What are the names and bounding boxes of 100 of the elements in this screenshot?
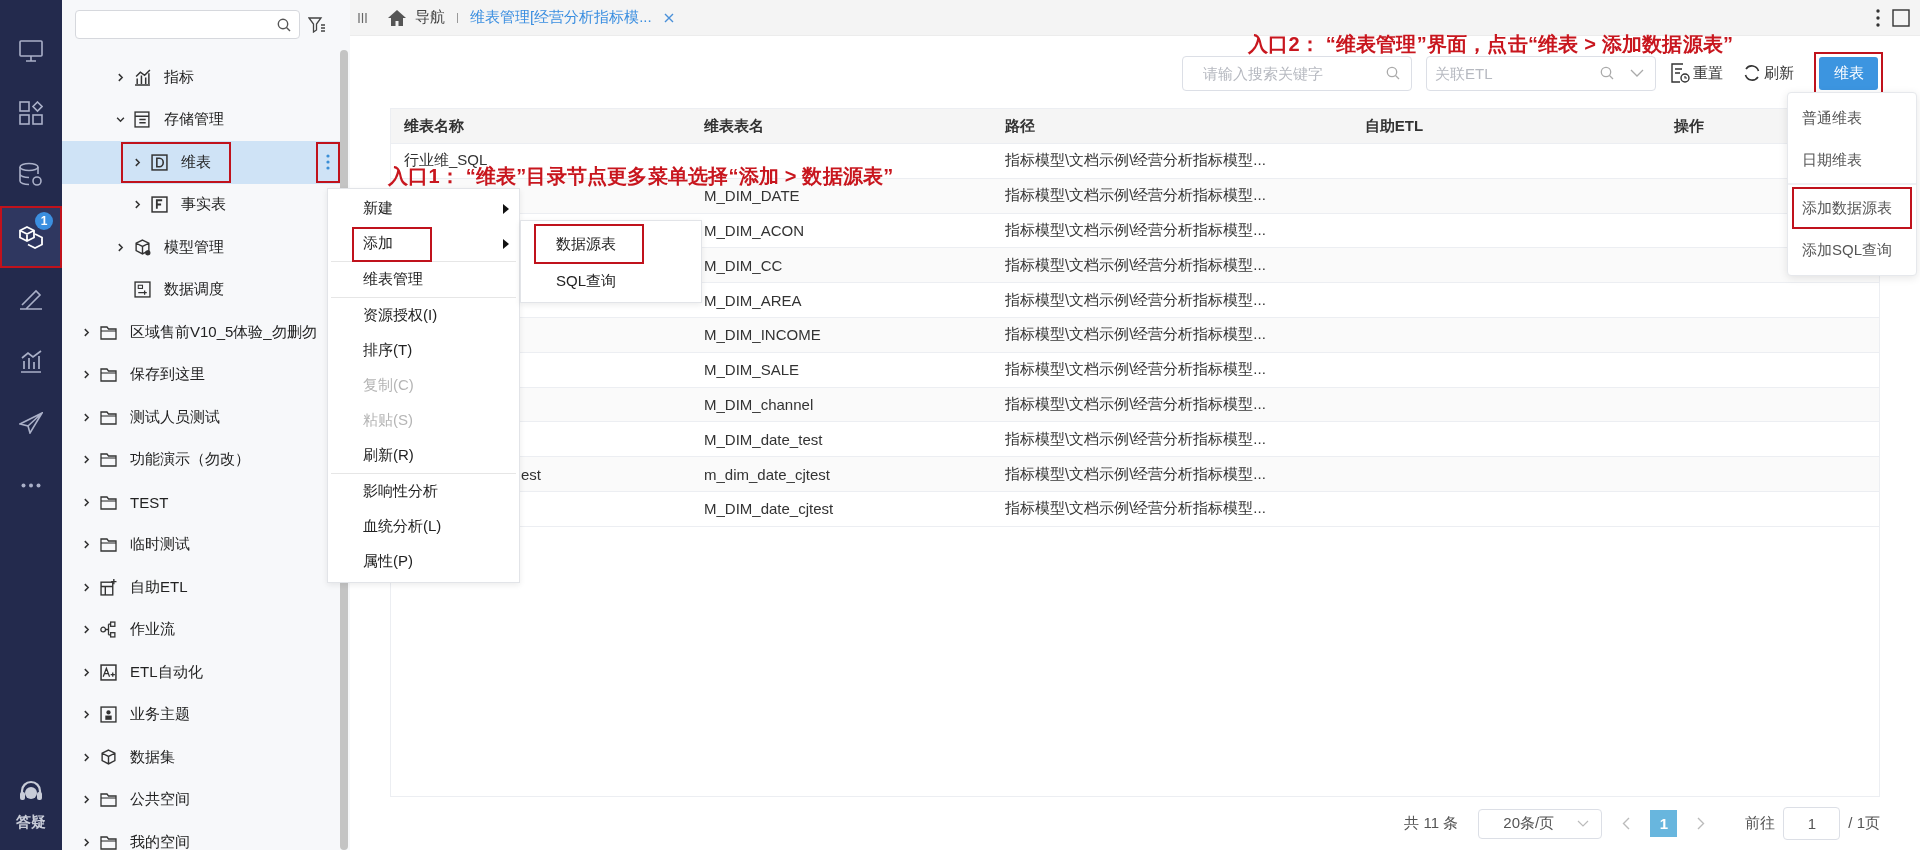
table-cell: M_DIM_ACON (704, 222, 804, 239)
column-header[interactable]: 路径 (992, 116, 1290, 136)
chevron-icon[interactable] (82, 327, 91, 337)
menu-item[interactable]: 新建 (328, 191, 519, 226)
chevron-icon[interactable] (116, 72, 125, 82)
tree-item[interactable]: 公共空间 (62, 778, 340, 821)
menu-item[interactable]: 数据源表 (534, 224, 644, 264)
more-button[interactable] (316, 142, 340, 183)
table-cell: M_DIM_SALE (704, 361, 800, 379)
close-icon[interactable] (663, 12, 674, 23)
menu-item[interactable]: 添加 (328, 226, 519, 261)
table-cell: M_DIM_AREA (704, 291, 802, 309)
menu-bars-icon[interactable] (358, 12, 367, 23)
more-icon (21, 482, 41, 488)
folder-icon (100, 408, 117, 426)
folder-icon (100, 493, 117, 511)
chevron-icon[interactable] (82, 412, 91, 422)
menu-item[interactable]: 添加SQL查询 (1788, 229, 1916, 271)
tree-item[interactable]: 存储管理 (62, 98, 340, 141)
search-field[interactable]: 请输入搜索关键字 (1182, 55, 1412, 91)
chevron-icon[interactable] (82, 497, 91, 507)
chevron-icon[interactable] (116, 115, 125, 125)
maximize-icon[interactable] (1892, 8, 1910, 27)
chevron-icon[interactable] (82, 795, 91, 805)
search-icon (277, 17, 291, 32)
tree-item[interactable]: ETL自动化 (62, 651, 340, 694)
chevron-icon[interactable] (82, 455, 91, 465)
table-plus-icon (100, 578, 117, 596)
search-icon (1386, 66, 1400, 80)
menu-item[interactable]: 普通维表 (1788, 97, 1916, 139)
id-card-icon (100, 706, 117, 724)
chevron-icon[interactable] (82, 667, 91, 677)
tree-item[interactable]: 维表 (62, 141, 340, 184)
folder-icon (100, 451, 117, 469)
tree-item[interactable]: 我的空间 (62, 821, 340, 850)
table-cell: 指标模型\文档示例\经营分析指标模型... (1005, 186, 1266, 204)
letter-a-icon (100, 663, 117, 681)
more-vertical-icon[interactable] (1876, 8, 1880, 27)
chevron-icon[interactable] (116, 242, 125, 252)
folder-icon (100, 323, 117, 341)
etl-select[interactable]: 关联ETL (1426, 55, 1656, 91)
total-count: 共 11 条 (1404, 814, 1459, 833)
refresh-button[interactable]: 刷新 (1743, 63, 1794, 83)
bar-chart-icon (19, 349, 43, 373)
more-vertical-icon (326, 154, 330, 171)
column-header[interactable]: 维表名称 (391, 116, 691, 136)
page-input[interactable]: 1 (1783, 807, 1841, 840)
home-icon (387, 9, 407, 26)
chevron-icon[interactable] (82, 625, 91, 635)
cubes-icon (18, 225, 44, 249)
table-cell: 指标模型\文档示例\经营分析指标模型... (1005, 151, 1266, 169)
reset-button[interactable]: 重置 (1670, 63, 1723, 83)
page-size-select[interactable]: 20条/页 (1478, 808, 1603, 839)
submenu-arrow-icon (503, 238, 509, 249)
menu-item[interactable]: 日期维表 (1788, 139, 1916, 181)
column-header[interactable]: 操作 (1588, 116, 1789, 136)
chevron-icon[interactable] (82, 540, 91, 550)
help-button[interactable]: 答疑 (16, 779, 46, 850)
document-clock-icon (1670, 63, 1690, 83)
notification-badge: 1 (35, 212, 53, 230)
table-cell: 指标模型\文档示例\经营分析指标模型... (1005, 429, 1266, 447)
database-gear-icon (18, 162, 44, 188)
chevron-icon[interactable] (82, 752, 91, 762)
chevron-icon[interactable] (82, 710, 91, 720)
search-icon (1600, 66, 1614, 80)
monitor-icon (19, 40, 43, 62)
tree-item[interactable]: 数据集 (62, 736, 340, 779)
tree-item[interactable]: 指标 (62, 56, 340, 99)
chevron-icon[interactable] (82, 837, 91, 847)
column-header[interactable]: 自助ETL (1290, 116, 1498, 136)
table-cell: 指标模型\文档示例\经营分析指标模型... (1005, 464, 1266, 482)
chevron-icon[interactable] (133, 157, 142, 167)
folder-icon (100, 791, 117, 809)
bar-chart-icon (134, 68, 151, 86)
chevron-icon[interactable] (133, 200, 142, 210)
menu-item[interactable]: 维表管理 (328, 262, 519, 297)
table-cell: 指标模型\文档示例\经营分析指标模型... (1005, 221, 1266, 238)
column-header[interactable]: 维表表名 (691, 116, 992, 136)
goto-label: 前往 (1745, 814, 1776, 833)
cube-gear-icon (134, 238, 151, 256)
table-cell: M_DIM_CC (704, 256, 783, 274)
table-cell: M_DIM_DATE (704, 187, 800, 205)
filter-icon[interactable] (308, 16, 326, 33)
tree-item[interactable]: 业务主题 (62, 693, 340, 736)
table-cell: m_dim_date_cjtest (704, 465, 830, 483)
letter-d-icon (151, 153, 168, 171)
table-list-icon (134, 111, 151, 129)
caret-icon (1630, 69, 1644, 77)
table-cell: M_DIM_channel (704, 395, 814, 413)
table-cell: M_DIM_INCOME (704, 326, 821, 344)
table-cell: M_DIM_date_test (704, 430, 823, 448)
chevron-icon[interactable] (82, 582, 91, 592)
nav-home-tab[interactable]: 导航 (387, 8, 445, 27)
search-field[interactable] (75, 10, 300, 39)
menu-item[interactable]: 添加数据源表 (1792, 187, 1912, 229)
chevron-icon[interactable] (82, 370, 91, 380)
menu-item[interactable]: SQL查询 (534, 264, 644, 298)
tree-item[interactable]: 作业流 (62, 608, 340, 651)
folder-icon (100, 366, 117, 384)
apps-icon (19, 101, 43, 125)
